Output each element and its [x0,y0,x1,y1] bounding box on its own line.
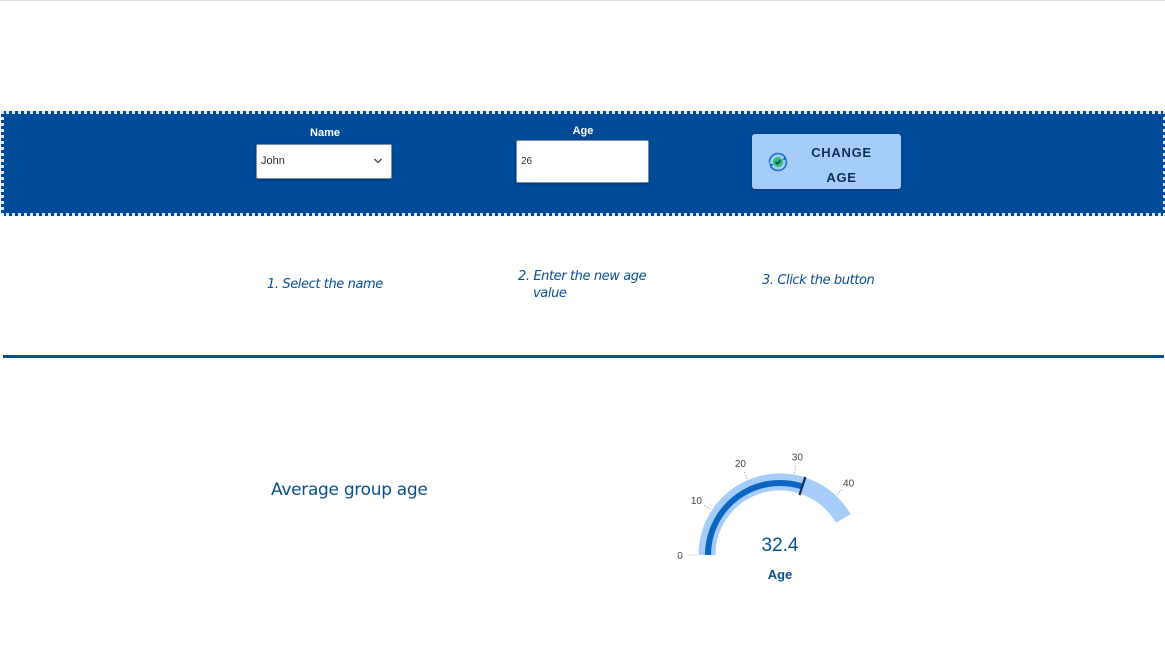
step-2-line-2: value [533,286,567,301]
gauge-tick [702,504,711,510]
name-label: Name [310,127,340,139]
step-2-text: 2. Enter the new age value [518,268,658,302]
gauge-tick-label: 40 [843,478,855,489]
name-dropdown-value: John [261,155,285,167]
change-age-button-label: CHANGE AGE [808,140,875,190]
step-2-line-1: 2. Enter the new age [518,269,647,284]
top-border [0,0,1165,1]
button-line-2: AGE [826,170,857,185]
gauge-tick-label: 10 [691,496,703,507]
step-1-text: 1. Select the name [267,277,383,292]
section-divider [3,355,1164,358]
button-line-1: CHANGE [811,145,872,160]
age-gauge: 0 10 20 30 40 32.4 Age [677,453,855,582]
step-3-text: 3. Click the button [762,273,875,288]
gauge-value: 32.4 [762,535,799,556]
chevron-down-icon [374,158,382,164]
gauge-label: Age [768,567,793,582]
age-label: Age [572,125,594,137]
name-dropdown[interactable]: John [256,144,392,179]
gauge-tick-label: 30 [792,453,804,464]
average-age-title: Average group age [271,480,428,500]
gauge-tick [794,464,797,474]
gauge-tick-label: 0 [677,551,683,562]
refresh-check-icon [768,152,788,172]
gauge-tick [743,470,748,479]
change-age-button[interactable]: CHANGE AGE [752,134,901,189]
age-input[interactable] [516,140,649,183]
gauge-tick-label: 20 [735,459,747,470]
